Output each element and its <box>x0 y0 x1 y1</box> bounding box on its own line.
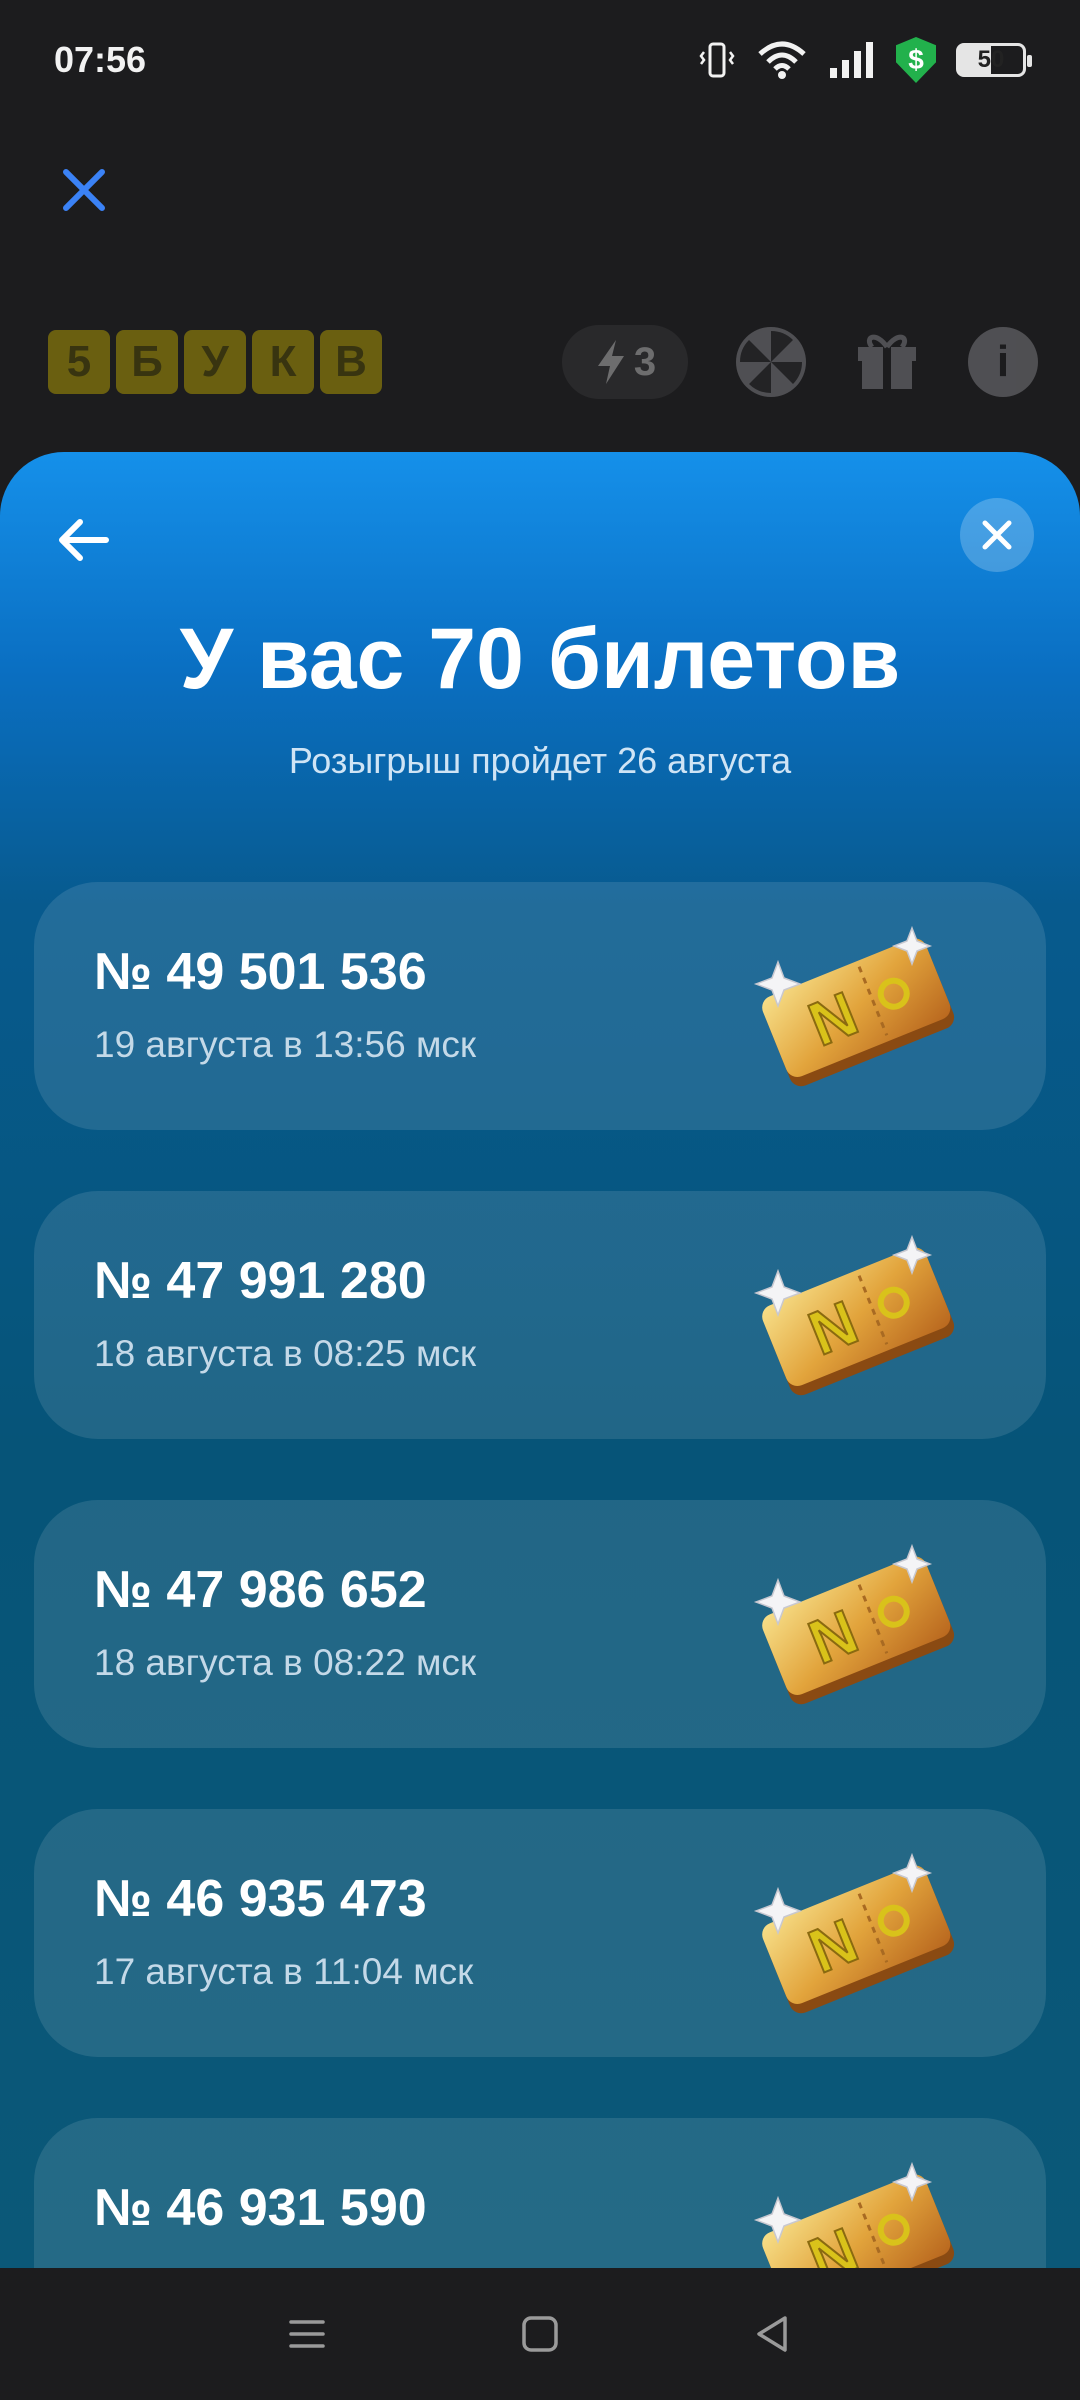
ticket-card[interactable]: № 49 501 536 19 августа в 13:56 мск N <box>34 882 1046 1130</box>
logo-tile: У <box>184 330 246 394</box>
home-icon[interactable] <box>518 2312 562 2356</box>
gift-icon <box>858 334 916 389</box>
gift-button[interactable] <box>854 327 920 398</box>
ticket-icon: N <box>753 1234 955 1396</box>
game-header: 5 Б У К В 3 i <box>48 322 1038 402</box>
header-actions: 3 i <box>562 325 1038 399</box>
logo-tile: Б <box>116 330 178 394</box>
wheel-icon <box>738 329 804 395</box>
logo-tile: 5 <box>48 330 110 394</box>
ticket-icon: N <box>753 925 955 1087</box>
ticket-date: 18 августа в 08:25 мск <box>94 1333 477 1374</box>
ticket-card[interactable]: № 46 935 473 17 августа в 11:04 мск N <box>34 1809 1046 2057</box>
close-icon[interactable] <box>56 162 112 218</box>
back-triangle-icon[interactable] <box>751 2312 795 2356</box>
ticket-card[interactable]: № 47 986 652 18 августа в 08:22 мск N <box>34 1500 1046 1748</box>
sheet-title: У вас 70 билетов <box>179 611 901 707</box>
sheet-close-button[interactable] <box>960 498 1034 572</box>
vibrate-icon <box>699 42 735 78</box>
ticket-icon: N <box>753 2161 955 2268</box>
status-icons: $ 50 <box>698 37 1032 83</box>
wheel-button[interactable] <box>736 327 806 397</box>
sheet-subtitle: Розыгрыш пройдет 26 августа <box>288 740 792 781</box>
battery-icon: 50 <box>956 43 1032 77</box>
ticket-card[interactable]: № 47 991 280 18 августа в 08:25 мск N <box>34 1191 1046 1439</box>
energy-button[interactable]: 3 <box>562 325 688 399</box>
ticket-list: № 49 501 536 19 августа в 13:56 мск N № … <box>34 882 1046 2268</box>
wifi-icon <box>758 41 806 79</box>
logo-tile: В <box>320 330 382 394</box>
info-icon: i <box>996 337 1010 386</box>
ticket-card[interactable]: № 46 931 590 N <box>34 2118 1046 2268</box>
screen: 07:56 $ 50 5 Б У К В 3 i У вас 70 билето… <box>0 0 1080 2400</box>
ticket-icon: N <box>753 1852 955 2014</box>
shield-dollar-icon: $ <box>896 37 936 83</box>
ticket-number: № 47 991 280 <box>94 1252 427 1310</box>
signal-icon <box>830 42 873 78</box>
ticket-number: № 49 501 536 <box>94 943 427 1001</box>
info-button[interactable]: i <box>968 327 1038 397</box>
close-icon <box>982 520 1012 550</box>
navigation-bar <box>0 2268 1080 2400</box>
menu-icon[interactable] <box>285 2312 329 2356</box>
back-arrow-icon[interactable] <box>52 508 116 572</box>
ticket-number: № 46 931 590 <box>94 2179 427 2237</box>
status-time: 07:56 <box>54 39 147 80</box>
status-bar: 07:56 $ 50 <box>0 0 1080 120</box>
logo-tile: К <box>252 330 314 394</box>
ticket-date: 17 августа в 11:04 мск <box>94 1951 474 1992</box>
game-logo: 5 Б У К В <box>48 330 382 394</box>
ticket-number: № 46 935 473 <box>94 1870 427 1928</box>
ticket-date: 18 августа в 08:22 мск <box>94 1642 477 1683</box>
energy-count: 3 <box>633 339 657 384</box>
ticket-icon: N <box>753 1543 955 1705</box>
lightning-icon <box>597 340 624 384</box>
ticket-number: № 47 986 652 <box>94 1561 427 1619</box>
tickets-sheet: У вас 70 билетов Розыгрыш пройдет 26 авг… <box>0 452 1080 2268</box>
ticket-date: 19 августа в 13:56 мск <box>94 1024 477 1065</box>
